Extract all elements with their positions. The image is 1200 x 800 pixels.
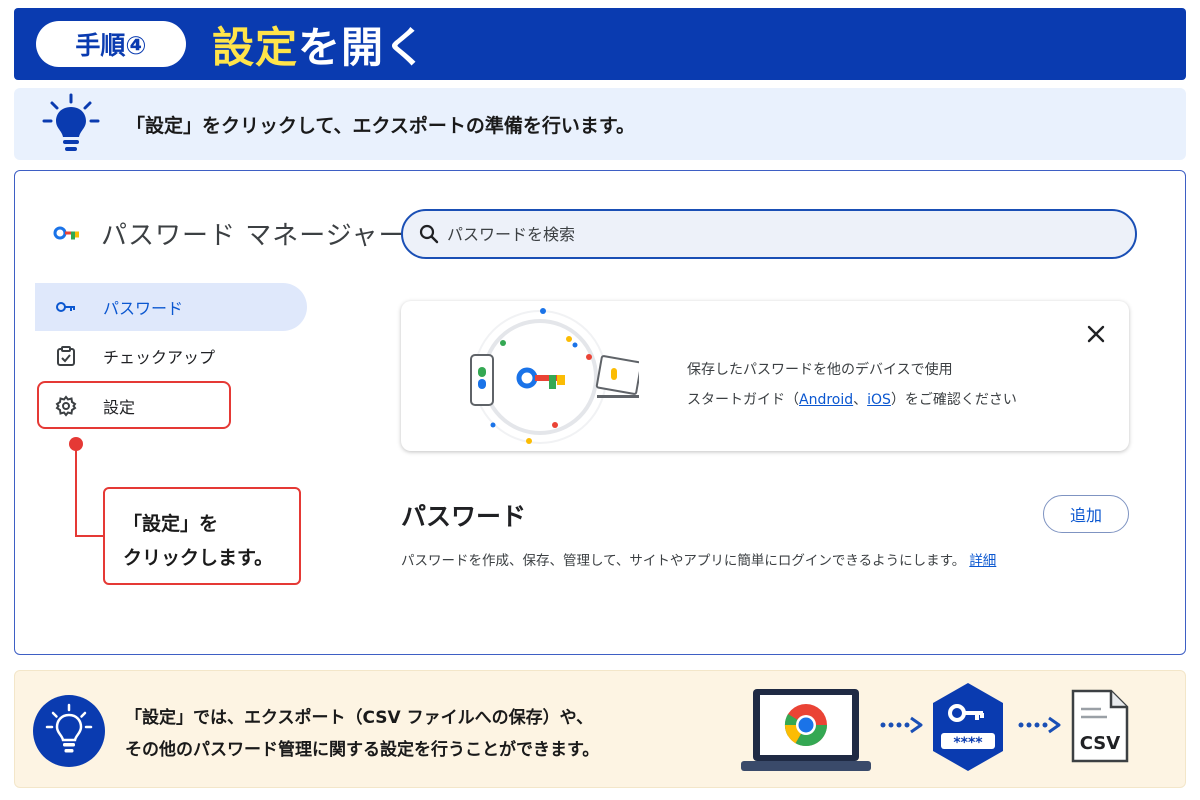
csv-file-icon: CSV bbox=[1071, 689, 1129, 763]
promo-guide-text: スタートガイド（Android、iOS）をご確認ください bbox=[687, 389, 1017, 409]
instruction-text: 「設定」をクリックして、エクスポートの準備を行います。 bbox=[126, 114, 636, 137]
android-guide-link[interactable]: Android bbox=[799, 392, 853, 408]
sidebar-item-label: パスワード bbox=[103, 299, 184, 318]
key-icon bbox=[56, 302, 75, 312]
clipboard-check-icon bbox=[57, 346, 75, 366]
password-vault-icon: **** bbox=[933, 683, 1003, 771]
add-password-button[interactable]: 追加 bbox=[1043, 495, 1129, 533]
callout-line: クリックします。 bbox=[123, 547, 274, 569]
search-box[interactable] bbox=[401, 209, 1137, 259]
laptop-chrome-icon bbox=[741, 689, 871, 771]
instruction-banner: 「設定」をクリックして、エクスポートの準備を行います。 bbox=[14, 88, 1186, 160]
click-settings-callout: 「設定」を クリックします。 bbox=[103, 487, 301, 585]
tip-text: 「設定」では、エクスポート（CSV ファイルへの保存）や、 bbox=[125, 708, 594, 728]
step-badge: 手順④ bbox=[36, 21, 186, 67]
devices-promo-card: 保存したパスワードを他のデバイスで使用 スタートガイド（Android、iOS）… bbox=[401, 301, 1129, 451]
search-input[interactable] bbox=[447, 224, 1087, 244]
password-manager-logo-icon bbox=[53, 226, 79, 240]
page-title-rest: を開く bbox=[298, 22, 428, 72]
tip-text: その他のパスワード管理に関する設定を行うことができます。 bbox=[125, 740, 600, 760]
page-title: 設定を開く bbox=[212, 14, 427, 75]
password-manager-screen: パスワード マネージャー パスワード チェックアップ 設定 bbox=[14, 170, 1186, 655]
sidebar-item-checkup[interactable]: チェックアップ bbox=[35, 332, 307, 380]
lightbulb-icon bbox=[42, 93, 100, 151]
sidebar-item-passwords[interactable]: パスワード bbox=[35, 283, 307, 331]
section-title: パスワード bbox=[401, 502, 527, 531]
step-header: 手順④ 設定を開く bbox=[14, 8, 1186, 80]
tip-box: 「設定」では、エクスポート（CSV ファイルへの保存）や、 その他のパスワード管… bbox=[14, 670, 1186, 788]
promo-guide-prefix: スタートガイド（ bbox=[687, 392, 799, 408]
section-description: パスワードを作成、保存、管理して、サイトやアプリに簡単にログインできるようにしま… bbox=[401, 549, 996, 569]
page-title-highlight: 設定 bbox=[212, 22, 299, 72]
callout-connector-line bbox=[75, 535, 103, 537]
search-icon bbox=[419, 224, 439, 244]
devices-illustration-icon bbox=[470, 308, 639, 444]
settings-highlight-frame bbox=[37, 381, 231, 429]
arrow-right-icon bbox=[880, 716, 923, 734]
close-icon[interactable] bbox=[1085, 323, 1107, 345]
promo-guide-suffix: ）をご確認ください bbox=[890, 392, 1017, 408]
promo-text: 保存したパスワードを他のデバイスで使用 bbox=[687, 362, 953, 378]
lightbulb-icon bbox=[33, 695, 105, 767]
callout-connector-line bbox=[75, 449, 77, 537]
promo-separator: 、 bbox=[853, 392, 868, 408]
details-link[interactable]: 詳細 bbox=[969, 553, 996, 569]
callout-line: 「設定」を bbox=[123, 513, 219, 535]
section-description-text: パスワードを作成、保存、管理して、サイトやアプリに簡単にログインできるようにしま… bbox=[401, 553, 966, 569]
csv-label-text: CSV bbox=[1080, 733, 1121, 754]
sidebar-item-label: チェックアップ bbox=[103, 348, 216, 367]
arrow-right-icon bbox=[1018, 716, 1061, 734]
ios-guide-link[interactable]: iOS bbox=[867, 392, 891, 408]
app-title: パスワード マネージャー bbox=[101, 221, 406, 251]
vault-mask-text: **** bbox=[953, 735, 983, 751]
